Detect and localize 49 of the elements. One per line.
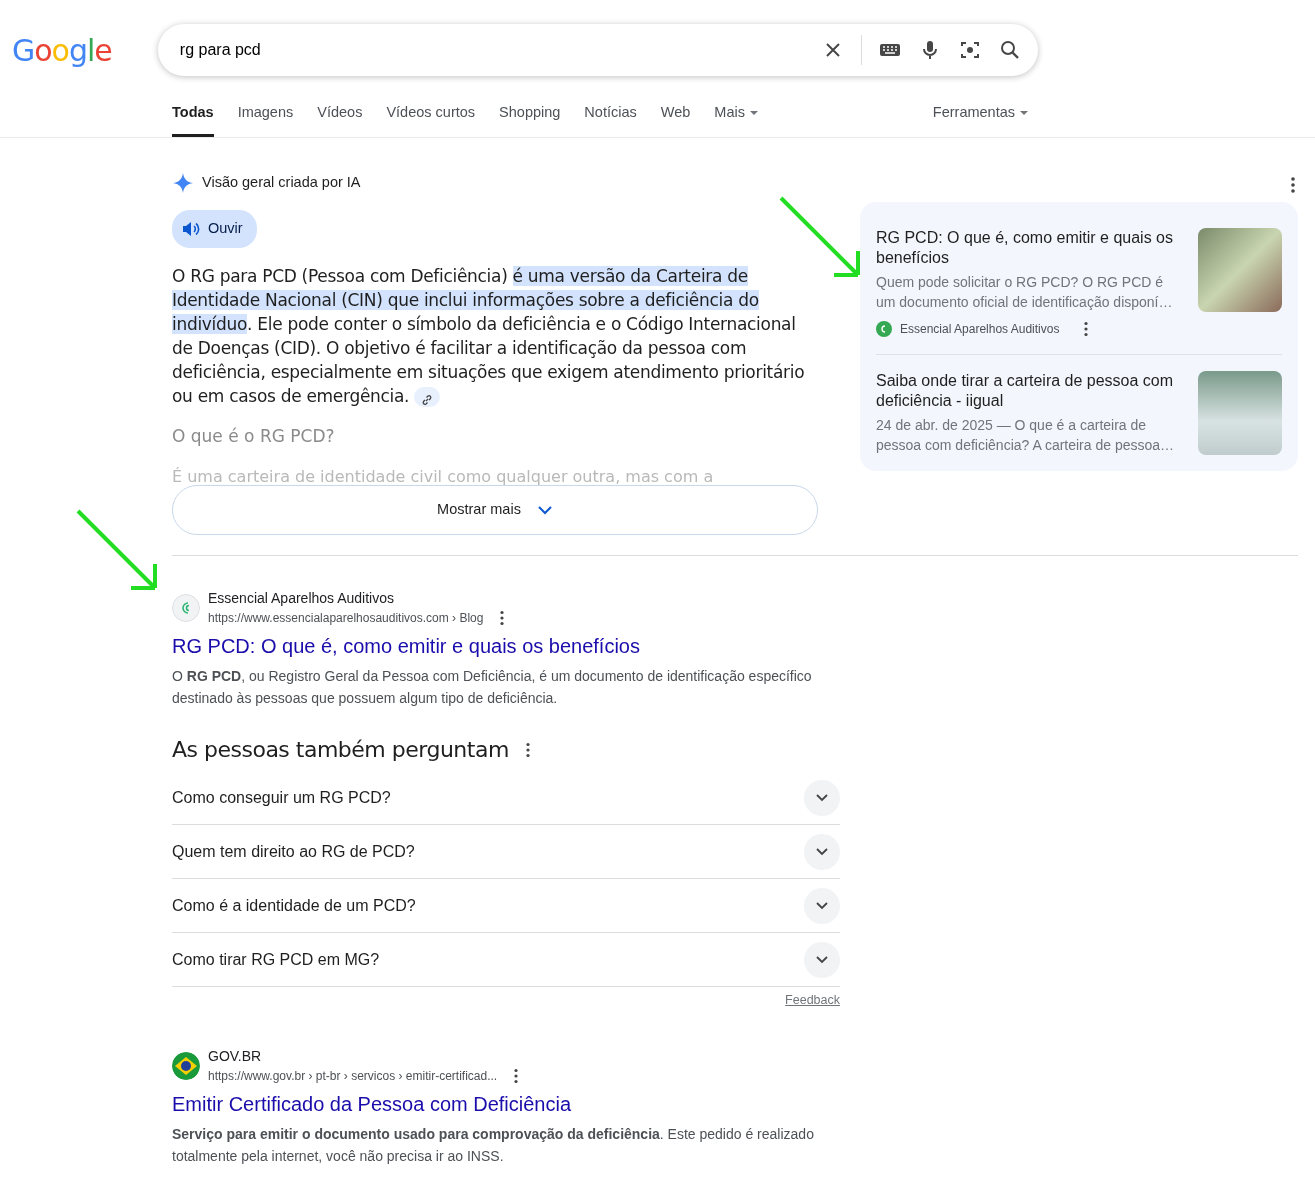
link-icon[interactable] xyxy=(414,386,441,407)
site-favicon-icon xyxy=(172,593,200,622)
search-field[interactable]: rg para pcd xyxy=(177,37,805,63)
source-title[interactable]: RG PCD: O que é, como emitir e quais os benefícios xyxy=(876,227,1182,268)
more-options-icon[interactable] xyxy=(513,1068,520,1085)
more-options-icon[interactable] xyxy=(524,742,531,759)
result-title[interactable]: Emitir Certificado da Pessoa com Deficiência xyxy=(172,1089,572,1120)
google-logo[interactable]: Google xyxy=(12,27,112,73)
search-tab[interactable]: Mais xyxy=(714,102,759,137)
search-tab[interactable]: Imagens xyxy=(237,102,294,137)
search-tab[interactable]: Todas xyxy=(172,102,214,137)
source-site: Essencial Aparelhos Auditivos xyxy=(900,320,1060,338)
site-url: https://www.gov.br › pt-br › servicos › emitir-certificad... xyxy=(208,1068,498,1086)
dropdown-icon xyxy=(1019,109,1029,116)
tools-menu[interactable]: Ferramentas xyxy=(932,102,1029,137)
chevron-icon xyxy=(536,505,553,515)
more-options-icon[interactable] xyxy=(1083,320,1090,337)
ai-overview-text: O RG para PCD (Pessoa com Deficiência) é uma versão da Carteira de Identidade Nacional (CIN) que inclui informações sobre a deficiência do indivíduo. Ele pode conter o símbolo da deficiência e o Código Internacional de Doenças (CID). O objetivo é facilitar a identificação da pessoa com deficiência, especialmente em situações que exigem atendimento prioritário ou em casos de emergência. xyxy=(172,264,806,408)
site-favicon-icon xyxy=(876,320,892,337)
faded-text: É uma carteira de identidade civil como qualquer outra, mas com a xyxy=(172,466,715,485)
question-item[interactable]: Como conseguir um RG PCD? xyxy=(172,771,840,826)
search-tab[interactable]: Vídeos xyxy=(317,102,363,137)
question-item[interactable]: Como é a identidade de um PCD? xyxy=(172,879,840,934)
source-snippet: Quem pode solicitar o RG PCD? O RG PCD é um documento oficial de identificação disponí… xyxy=(876,272,1174,312)
ai-overview-subheading: O que é o RG PCD? xyxy=(172,424,336,448)
ai-overview-title: Visão geral criada por IA xyxy=(202,172,361,192)
question-item[interactable]: Como tirar RG PCD em MG? xyxy=(172,933,840,988)
site-favicon-icon xyxy=(172,1051,200,1080)
site-url: https://www.essencialaparelhosauditivos.com › Blog xyxy=(208,610,484,627)
result-title[interactable]: RG PCD: O que é, como emitir e quais os benefícios xyxy=(172,631,640,661)
listen-button[interactable]: Ouvir xyxy=(172,209,257,248)
source-title[interactable]: Saiba onde tirar a carteira de pessoa com deficiência - iigual xyxy=(876,370,1182,411)
search-tab[interactable]: Shopping xyxy=(499,102,561,137)
search-tab[interactable]: Vídeos curtos xyxy=(386,102,476,137)
question-item[interactable]: Quem tem direito ao RG de PCD? xyxy=(172,825,840,880)
more-options-icon[interactable] xyxy=(1290,175,1296,194)
result-snippet: Serviço para emitir o documento usado para comprovação da deficiência. Este pedido é realizado totalmente pela internet, você não precisa ir ao INSS. xyxy=(172,1125,815,1167)
dropdown-icon xyxy=(748,109,759,116)
source-snippet: 24 de abr. de 2025 — O que é a carteira de pessoa com deficiência? A carteira de pessoa… xyxy=(876,415,1176,455)
show-more-button[interactable]: Mostrar mais xyxy=(172,485,818,535)
search-tab[interactable]: Web xyxy=(660,102,691,137)
result-snippet: O RG PCD, ou Registro Geral da Pessoa com Deficiência, é um documento de identificação específico destinado às pessoas que possuem algum tipo de deficiência. xyxy=(172,667,813,708)
search-tab[interactable]: Notícias xyxy=(584,102,637,137)
site-name: GOV.BR xyxy=(208,1047,263,1067)
feedback-link[interactable]: Feedback xyxy=(785,991,840,1011)
more-options-icon[interactable] xyxy=(499,610,506,626)
speaker-icon xyxy=(182,220,200,237)
site-name: Essencial Aparelhos Auditivos xyxy=(208,589,395,608)
section-heading: As pessoas também perguntam xyxy=(172,737,509,764)
